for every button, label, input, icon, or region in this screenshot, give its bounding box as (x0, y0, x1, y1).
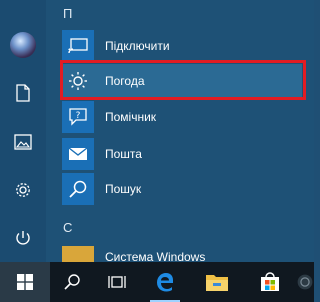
start-left-rail (0, 0, 46, 262)
power-button[interactable] (0, 218, 46, 258)
task-view-button[interactable] (94, 262, 140, 302)
account-button[interactable] (0, 25, 46, 65)
app-item-windows-system[interactable]: Система Windows (62, 240, 302, 262)
pictures-icon (14, 134, 32, 150)
selection-highlight (60, 60, 306, 100)
task-view-icon (108, 276, 126, 288)
pictures-button[interactable] (0, 122, 46, 162)
settings-button[interactable] (0, 170, 46, 210)
svg-text:?: ? (76, 111, 81, 121)
app-label: Помічник (105, 110, 157, 124)
file-explorer-button[interactable] (190, 262, 244, 302)
connect-icon (68, 38, 88, 54)
app-item-connect[interactable]: Підключити (62, 29, 302, 63)
app-tile (62, 173, 94, 205)
taskbar (0, 262, 314, 302)
assistant-icon: ? (69, 108, 87, 126)
app-item-search[interactable]: Пошук (62, 172, 302, 206)
documents-button[interactable] (0, 73, 46, 113)
app-tile (62, 138, 94, 170)
gear-icon (16, 183, 30, 197)
store-icon (261, 272, 279, 291)
unknown-app-icon (297, 274, 313, 290)
taskbar-app-button[interactable] (296, 262, 314, 302)
file-explorer-icon (206, 275, 228, 291)
power-icon (16, 231, 30, 245)
app-label: Підключити (105, 39, 170, 53)
section-header-p[interactable]: П (63, 6, 72, 21)
mail-icon (68, 147, 88, 160)
app-label: Пошук (105, 182, 142, 196)
start-app-list: П Підключити Погода ? Помічник Пошта Пош… (46, 0, 314, 262)
app-label: Система Windows (105, 250, 206, 262)
edge-button[interactable] (140, 262, 190, 302)
app-label: Пошта (105, 147, 142, 161)
folder-tile (62, 246, 94, 262)
start-button[interactable] (0, 262, 50, 302)
edge-icon (157, 273, 173, 292)
store-button[interactable] (244, 262, 296, 302)
start-icon (17, 274, 33, 290)
section-header-c[interactable]: С (63, 220, 72, 235)
app-item-assistant[interactable]: ? Помічник (62, 100, 302, 134)
search-icon (69, 180, 87, 198)
app-tile: ? (62, 101, 94, 133)
app-item-mail[interactable]: Пошта (62, 137, 302, 171)
app-tile (62, 30, 94, 62)
search-icon (64, 274, 80, 290)
document-icon (16, 84, 30, 102)
avatar (10, 32, 36, 58)
taskbar-search-button[interactable] (50, 262, 94, 302)
